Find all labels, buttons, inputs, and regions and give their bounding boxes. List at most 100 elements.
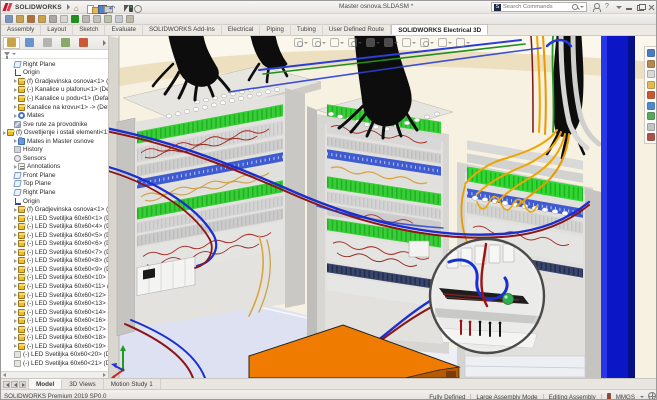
tree-item[interactable]: Origin	[1, 69, 108, 78]
expand-arrow-icon[interactable]	[14, 310, 17, 314]
tree-item[interactable]: (-) LED Svetiljka 60x60<17> (D	[1, 325, 108, 334]
expand-arrow-icon[interactable]	[14, 216, 17, 220]
scroll-right-icon[interactable]	[103, 373, 106, 377]
window-button[interactable]	[613, 2, 623, 12]
expand-arrow-icon[interactable]	[14, 88, 17, 92]
expand-arrow-icon[interactable]	[14, 105, 17, 109]
toolbar-icon[interactable]	[16, 15, 24, 23]
document-tab[interactable]: 3D Views	[62, 379, 103, 389]
chevron-down-icon[interactable]	[394, 42, 398, 44]
tree-item[interactable]: (-) Kanalice u podu<1> (Defau	[1, 94, 108, 103]
task-pane-icon[interactable]	[647, 49, 655, 57]
tree-item[interactable]: (-) LED Svetiljka 60x60<8> (Def	[1, 257, 108, 266]
toolbar-icon[interactable]	[82, 15, 90, 23]
window-button[interactable]	[646, 2, 656, 12]
ribbon-tab[interactable]: Assembly	[1, 24, 41, 35]
search-input[interactable]	[503, 4, 570, 10]
window-button[interactable]	[635, 2, 645, 12]
tree-item[interactable]: Front Plane	[1, 171, 108, 180]
toolbar-icon[interactable]	[104, 15, 112, 23]
expand-arrow-icon[interactable]	[14, 79, 17, 83]
headsup-icon[interactable]	[456, 38, 465, 47]
ribbon-tab[interactable]: User Defined Route	[323, 24, 391, 35]
tree-item[interactable]: (-) LED Svetiljka 60x60<4> (Def	[1, 222, 108, 231]
first-tab-icon[interactable]	[3, 381, 10, 388]
toolbar-icon[interactable]	[126, 15, 134, 23]
child-window-control[interactable]	[648, 26, 656, 34]
expand-arrow-icon[interactable]	[14, 336, 17, 340]
window-button[interactable]	[624, 2, 634, 12]
expand-arrow-icon[interactable]	[14, 267, 17, 271]
tree-item[interactable]: (-) LED Svetiljka 60x60<11> (D	[1, 282, 108, 291]
expand-arrow-icon[interactable]	[14, 344, 17, 348]
tree-item[interactable]: (-) LED Svetiljka 60x60<5> (Def	[1, 231, 108, 240]
ribbon-tab[interactable]: SOLIDWORKS Electrical 3D	[391, 24, 488, 35]
graphics-area[interactable]	[109, 36, 657, 378]
tree-item[interactable]: Sve rute za provodnike	[1, 120, 108, 129]
headsup-icon[interactable]	[438, 38, 447, 47]
chevron-down-icon[interactable]	[448, 42, 452, 44]
tree-item[interactable]: Annotations	[1, 163, 108, 172]
tree-item[interactable]: (-) LED Svetiljka 60x60<20> (D	[1, 351, 108, 360]
task-pane-icon[interactable]	[647, 112, 655, 120]
chevron-down-icon[interactable]	[322, 42, 326, 44]
task-pane-icon[interactable]	[647, 133, 655, 141]
toolbar-icon[interactable]	[49, 15, 57, 23]
tree-item[interactable]: Mates	[1, 111, 108, 120]
chevron-down-icon[interactable]	[466, 42, 470, 44]
expand-arrow-icon[interactable]	[14, 293, 17, 297]
child-window-control[interactable]	[604, 26, 612, 34]
child-window-control[interactable]	[615, 26, 623, 34]
child-window-control[interactable]	[637, 26, 645, 34]
expand-arrow-icon[interactable]	[14, 284, 17, 288]
child-window-control[interactable]	[626, 26, 634, 34]
toolbar-icon[interactable]	[60, 15, 68, 23]
task-pane-icon[interactable]	[647, 91, 655, 99]
expand-arrow-icon[interactable]	[14, 276, 17, 280]
panel-tab[interactable]	[39, 37, 56, 49]
expand-arrow-icon[interactable]	[14, 242, 17, 246]
tree-item[interactable]: Right Plane	[1, 188, 108, 197]
toolbar-icon[interactable]	[5, 15, 13, 23]
panel-tab[interactable]	[57, 37, 74, 49]
expand-arrow-icon[interactable]	[3, 131, 6, 135]
expand-arrow-icon[interactable]	[14, 208, 17, 212]
headsup-icon[interactable]	[420, 38, 429, 47]
chevron-down-icon[interactable]	[376, 42, 380, 44]
menu-flyout-icon[interactable]	[67, 4, 70, 10]
ribbon-tab[interactable]: Electrical	[222, 24, 261, 35]
scroll-left-icon[interactable]	[3, 373, 6, 377]
task-pane-icon[interactable]	[647, 81, 655, 89]
search-scope-caret-icon[interactable]	[580, 6, 584, 8]
tree-item[interactable]: (-) Kanalice u plafonu<1> (Def	[1, 86, 108, 95]
ribbon-tab[interactable]: Evaluate	[105, 24, 143, 35]
panel-tab[interactable]	[21, 37, 38, 49]
viewport-3d-scene[interactable]	[109, 36, 657, 378]
expand-arrow-icon[interactable]	[14, 302, 17, 306]
tree-item[interactable]: (-) LED Svetiljka 60x60<16> (D	[1, 316, 108, 325]
panel-tabs-overflow-icon[interactable]	[103, 40, 106, 46]
task-pane-icon[interactable]	[647, 60, 655, 68]
tree-item[interactable]: Origin	[1, 197, 108, 206]
prev-tab-icon[interactable]	[11, 381, 18, 388]
ribbon-tab[interactable]: Piping	[260, 24, 291, 35]
tree-item[interactable]: (-) LED Svetiljka 60x60<19> (D	[1, 342, 108, 351]
tree-item[interactable]: (-) LED Svetiljka 60x60<9> (Def	[1, 265, 108, 274]
tree-item[interactable]: History	[1, 145, 108, 154]
document-tab[interactable]: Model	[29, 379, 62, 389]
expand-arrow-icon[interactable]	[14, 259, 17, 263]
ribbon-tab[interactable]: SOLIDWORKS Add-Ins	[143, 24, 222, 35]
panel-tab[interactable]	[3, 37, 20, 49]
toolbar-icon[interactable]	[93, 15, 101, 23]
expand-arrow-icon[interactable]	[14, 225, 17, 229]
headsup-icon[interactable]	[402, 38, 411, 47]
tree-item[interactable]: (-) LED Svetiljka 60x60<7> (Def	[1, 248, 108, 257]
headsup-icon[interactable]	[312, 38, 321, 47]
window-button[interactable]	[602, 2, 612, 12]
headsup-icon[interactable]	[348, 38, 357, 47]
headsup-icon[interactable]	[294, 38, 303, 47]
chevron-down-icon[interactable]	[430, 42, 434, 44]
filter-icon[interactable]	[4, 52, 10, 56]
toolbar-icon[interactable]	[71, 15, 79, 23]
tree-item[interactable]: (-) LED Svetiljka 60x60<14> (D	[1, 308, 108, 317]
